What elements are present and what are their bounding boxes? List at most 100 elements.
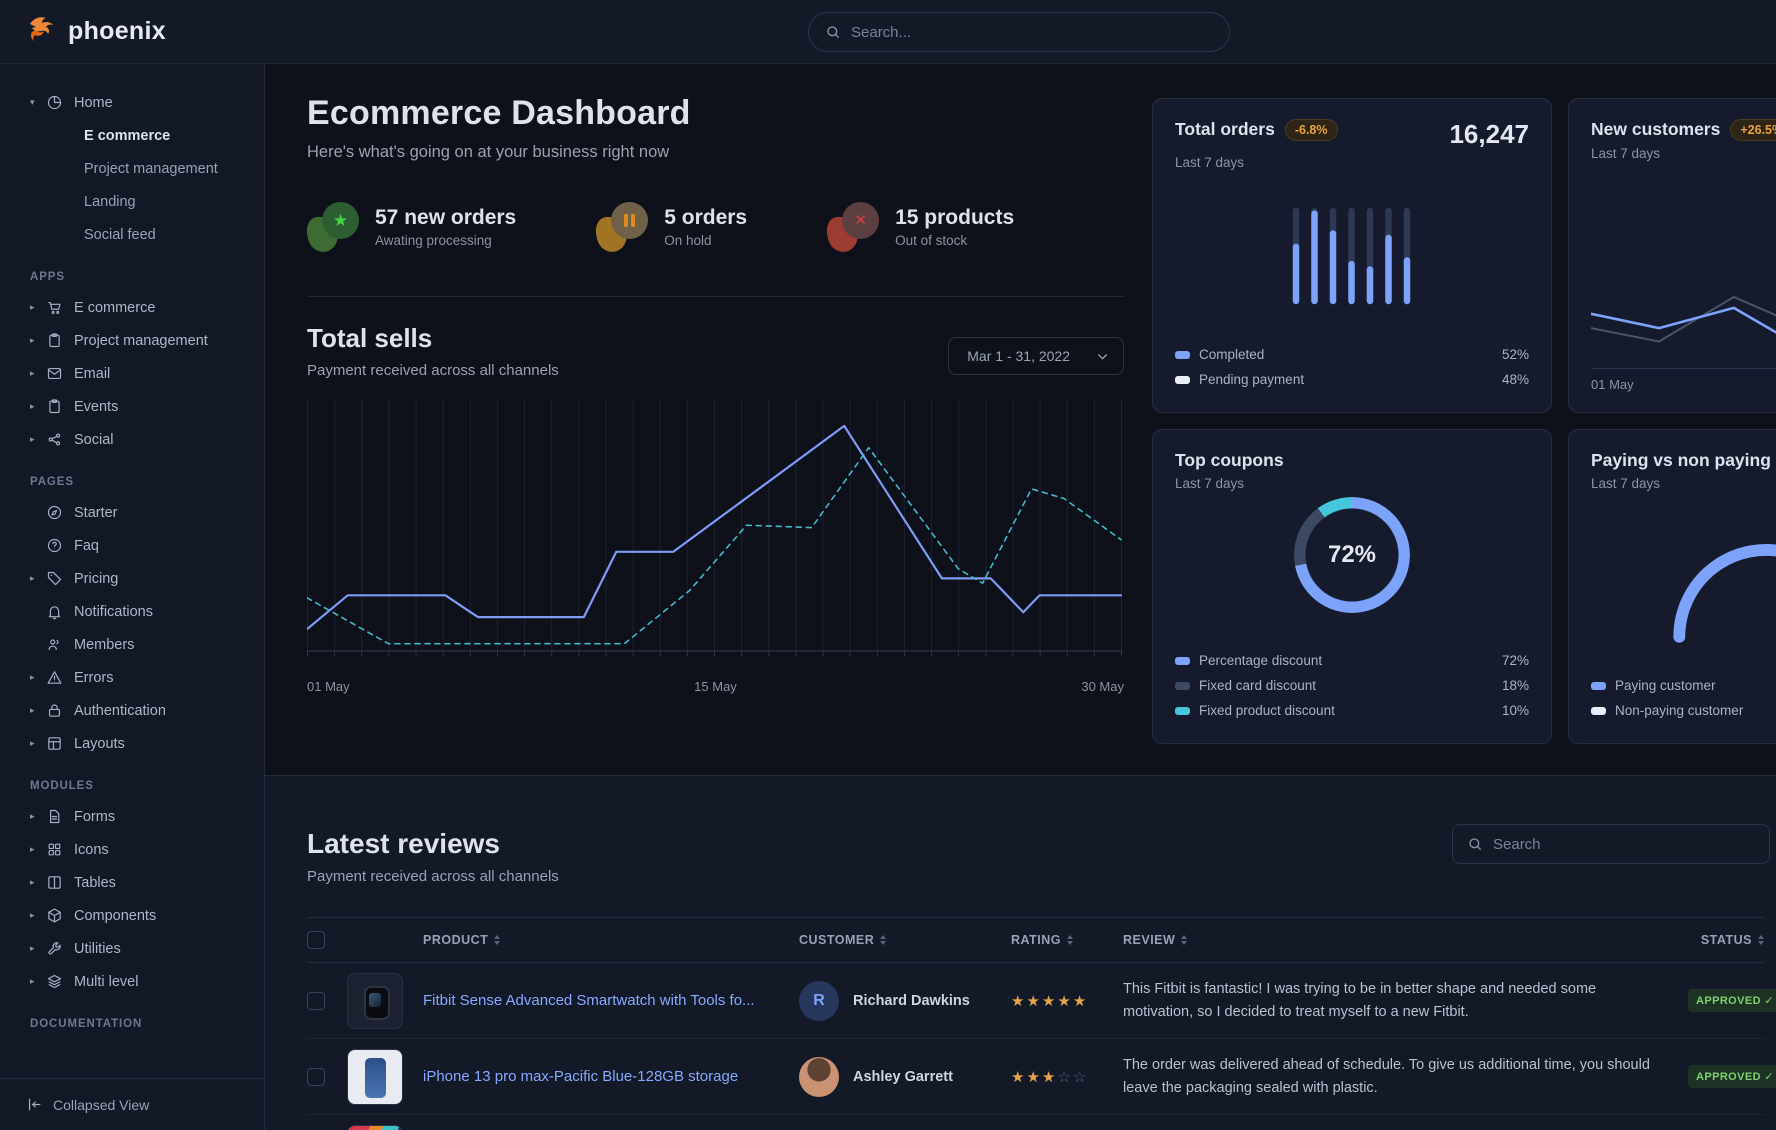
customer-cell: R Richard Dawkins [799,981,1011,1021]
column-header-status[interactable]: STATUS [1688,933,1764,947]
sidebar-item-email[interactable]: ▸ Email [0,357,264,390]
stat-new-orders: ★ 57 new orders Awating processing [307,202,516,252]
caret-right-icon: ▸ [30,672,46,683]
collapse-view-button[interactable]: Collapsed View [0,1078,264,1130]
rating-stars: ★★★☆☆ [1011,1068,1123,1086]
avatar[interactable]: R [799,981,839,1021]
caret-right-icon: ▸ [30,738,46,749]
caret-right-icon: ▸ [30,844,46,855]
sidebar-item-social-feed[interactable]: Social feed [0,218,264,251]
kpi-cards: Total orders -6.8% 16,247 Last 7 days Co… [1152,94,1776,775]
row-checkbox[interactable] [307,1068,325,1086]
donut-center-value: 72% [1294,497,1410,613]
sidebar-item-landing[interactable]: Landing [0,185,264,218]
customer-cell: Ashley Garrett [799,1057,1011,1097]
sidebar-item-home[interactable]: ▾ Home [0,86,264,119]
sidebar-item-project-management[interactable]: ▸ Project management [0,324,264,357]
column-header-customer[interactable]: CUSTOMER [799,933,1011,947]
compass-icon [46,504,63,521]
sidebar-item-errors[interactable]: ▸ Errors [0,661,264,694]
product-link[interactable]: Fitbit Sense Advanced Smartwatch with To… [423,990,799,1011]
new-customers-card: New customers +26.5% Last 7 days 01 May [1568,98,1776,413]
table-header-row: PRODUCT CUSTOMER RATING REVIEW STATUS [307,917,1764,963]
sidebar-item-social[interactable]: ▸ Social [0,423,264,456]
global-search[interactable] [808,12,1230,52]
sidebar-item-layouts[interactable]: ▸ Layouts [0,727,264,760]
caret-right-icon: ▸ [30,877,46,888]
caret-right-icon: ▸ [30,335,46,346]
chevron-down-icon [1096,350,1109,363]
sidebar-item-events[interactable]: ▸ Events [0,390,264,423]
total-sells-title: Total sells [307,323,559,354]
product-thumbnail[interactable] [347,1125,403,1130]
sidebar-item-icons[interactable]: ▸ Icons [0,833,264,866]
reviews-search[interactable] [1452,824,1770,864]
sidebar-section-documentation: DOCUMENTATION [30,1018,264,1030]
sidebar-item-pricing[interactable]: ▸ Pricing [0,562,264,595]
product-thumbnail[interactable] [347,1049,403,1105]
legend-item: Paying customer [1591,673,1776,698]
card-period: Last 7 days [1591,146,1776,161]
sidebar-item-members[interactable]: Members [0,628,264,661]
sidebar-item-starter[interactable]: Starter [0,496,264,529]
paying-vs-nonpaying-card: Paying vs non paying Last 7 days Paying … [1568,429,1776,744]
sidebar-item-forms[interactable]: ▸ Forms [0,800,264,833]
sidebar-nav: ▾ HomeE commerceProject managementLandin… [0,86,264,1030]
column-header-review[interactable]: REVIEW [1123,933,1688,947]
paying-gauge-chart [1591,491,1776,673]
caret-right-icon: ▸ [30,573,46,584]
sidebar-item-e-commerce[interactable]: E commerce [0,119,264,152]
top-coupons-card: Top coupons Last 7 days 72% Percentage d… [1152,429,1552,744]
sidebar-item-components[interactable]: ▸ Components [0,899,264,932]
phoenix-logo-icon [26,14,58,49]
card-period: Last 7 days [1175,476,1529,491]
product-thumbnail[interactable] [347,973,403,1029]
product-link[interactable]: iPhone 13 pro max-Pacific Blue-128GB sto… [423,1066,799,1087]
global-search-input[interactable] [851,24,1213,41]
section-divider [307,296,1124,297]
column-header-rating[interactable]: RATING [1011,933,1123,947]
brand-name: phoenix [68,17,166,46]
caret-right-icon: ▸ [30,943,46,954]
question-circle-icon [46,537,63,554]
sidebar-section-modules: MODULES [30,780,264,792]
latest-reviews-section: Latest reviews Payment received across a… [265,775,1776,1130]
stat-caption: On hold [664,233,747,248]
search-icon [825,24,841,40]
sidebar-item-project-management[interactable]: Project management [0,152,264,185]
legend-swatch [1591,707,1606,715]
sidebar-item-multi-level[interactable]: ▸ Multi level [0,965,264,998]
app-root: phoenix ▾ HomeE commerceProject manageme… [0,0,1776,1130]
sidebar-item-faq[interactable]: Faq [0,529,264,562]
row-checkbox[interactable] [307,992,325,1010]
trend-badge: +26.5% [1730,119,1776,141]
grid-icon [46,841,63,858]
pause-icon [596,202,650,252]
brand-logo[interactable]: phoenix [0,14,166,49]
layout-icon [46,735,63,752]
legend-item: Fixed product discount 10% [1175,698,1529,723]
select-all-checkbox[interactable] [307,931,325,949]
sidebar-item-tables[interactable]: ▸ Tables [0,866,264,899]
legend-swatch [1175,707,1190,715]
caret-right-icon: ▸ [30,401,46,412]
sidebar-item-notifications[interactable]: Notifications [0,595,264,628]
total-sells-chart [307,399,1124,671]
sidebar-item-authentication[interactable]: ▸ Authentication [0,694,264,727]
clipboard-icon [46,398,63,415]
legend-item: Non-paying customer [1591,698,1776,723]
caret-right-icon: ▸ [30,705,46,716]
sidebar-item-e-commerce[interactable]: ▸ E commerce [0,291,264,324]
card-period: Last 7 days [1591,476,1776,491]
sidebar-section-pages: PAGES [30,476,264,488]
stat-caption: Awating processing [375,233,516,248]
reviews-search-input[interactable] [1493,836,1755,853]
avatar[interactable] [799,1057,839,1097]
sidebar-item-utilities[interactable]: ▸ Utilities [0,932,264,965]
sort-icon [1067,935,1073,945]
date-range-select[interactable]: Mar 1 - 31, 2022 [948,337,1124,375]
column-header-product[interactable]: PRODUCT [423,933,799,947]
orders-legend: Completed 52% Pending payment 48% [1175,342,1529,392]
layers-icon [46,973,63,990]
spark-x-label: 01 May [1591,377,1776,392]
